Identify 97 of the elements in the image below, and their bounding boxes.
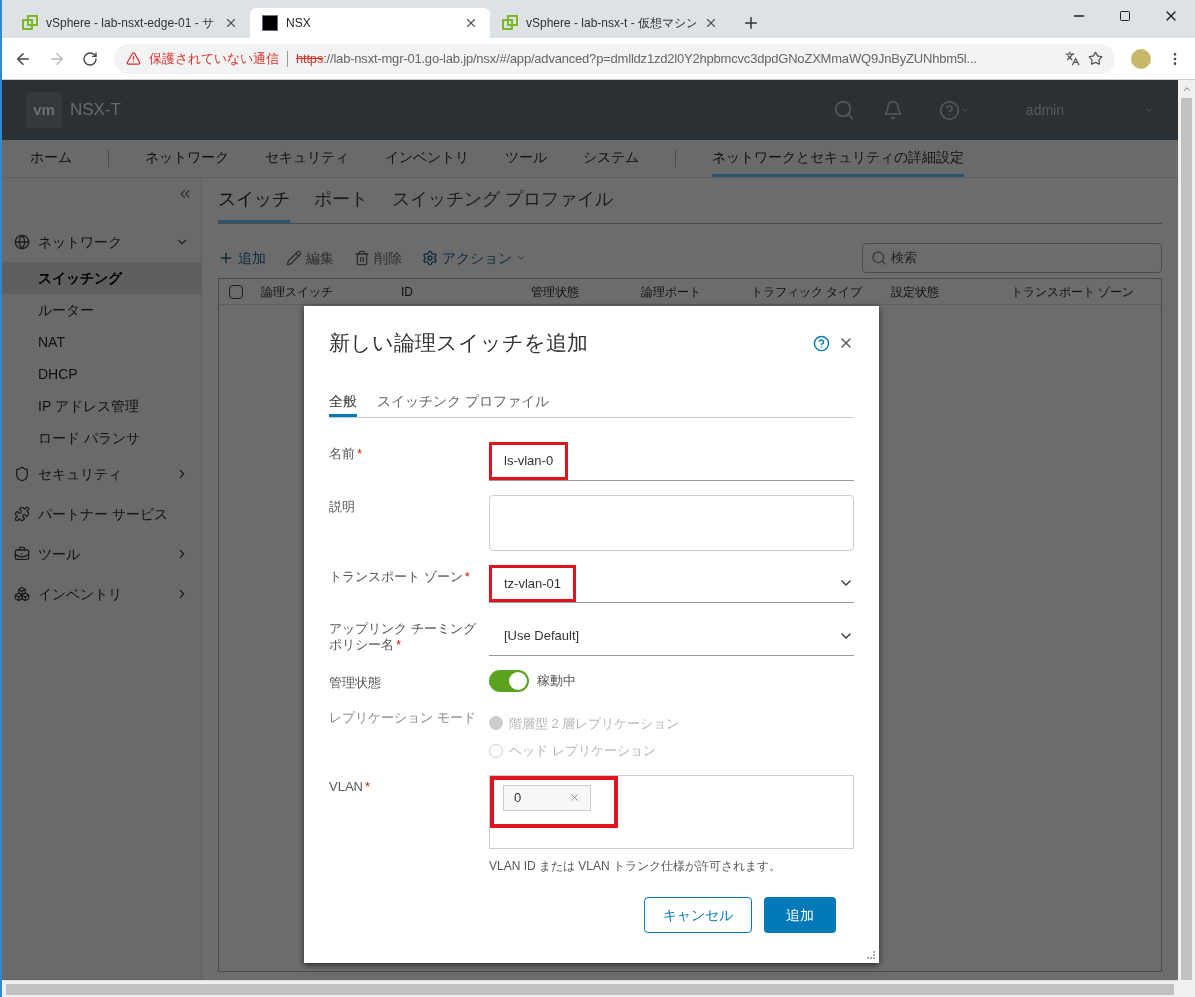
dropdown-field[interactable]: tz-vlan-01 — [489, 564, 854, 603]
product-name: NSX-T — [70, 99, 121, 122]
help-icon[interactable] — [938, 99, 960, 121]
brand-logo: vm — [26, 92, 62, 128]
vlan-field[interactable]: 0 — [489, 774, 854, 849]
browser-tab[interactable]: vSphere - lab-nsx-t - 仮想マシン — [490, 8, 730, 38]
nav-tab[interactable]: ネットワーク — [145, 140, 229, 177]
name-field[interactable]: ls-vlan-0 — [489, 442, 854, 481]
nav-tab[interactable]: インベントリ — [385, 140, 469, 177]
translate-icon[interactable] — [1065, 51, 1080, 66]
dialog-title: 新しい論理スイッチを追加 — [329, 330, 589, 357]
sidebar-group[interactable]: ツール — [38, 543, 167, 565]
column-header[interactable]: 設定状態 — [883, 282, 1003, 301]
column-header[interactable]: 論理スイッチ — [253, 282, 393, 301]
caret-icon — [516, 253, 526, 263]
gear-icon — [422, 250, 438, 266]
sub-tab[interactable]: スイッチング プロファイル — [392, 178, 613, 223]
dialog-tab[interactable]: スイッチンク プロファイル — [377, 388, 549, 417]
column-header[interactable]: ID — [393, 282, 523, 301]
dialog-tab[interactable]: 全般 — [329, 388, 357, 417]
field-label: VLAN* — [329, 778, 371, 794]
reload-icon[interactable] — [82, 50, 98, 67]
sidebar-group[interactable]: インベントリ — [38, 583, 167, 605]
overlapping-squares-icon — [22, 15, 38, 31]
search-icon[interactable] — [832, 99, 855, 121]
search-placeholder: 検索 — [891, 249, 917, 268]
new-tab-icon[interactable] — [742, 14, 760, 32]
sidebar-group[interactable]: セキュリティ — [38, 463, 167, 485]
sidebar-item[interactable]: スイッチング — [2, 262, 201, 294]
sidebar-item[interactable]: NAT — [2, 326, 201, 358]
sidebar-item[interactable]: DHCP — [2, 358, 201, 390]
bell-icon[interactable] — [882, 100, 903, 120]
field-label: 説明 — [329, 498, 355, 514]
toolbar-button[interactable]: アクション — [422, 247, 526, 269]
dropdown-field[interactable]: [Use Default] — [489, 617, 854, 656]
primary-button[interactable]: 追加 — [764, 897, 836, 933]
column-header[interactable]: 論理ポート — [633, 282, 743, 301]
shield-icon — [14, 466, 30, 482]
field-hint: VLAN ID または VLAN トランク仕様が許可されます。 — [489, 857, 783, 875]
sub-tab[interactable]: ポート — [314, 178, 368, 223]
nav-tab[interactable]: セキュリティ — [265, 140, 349, 177]
boxes-icon — [14, 586, 30, 602]
help-icon[interactable] — [813, 334, 830, 352]
sidebar-item[interactable]: ルーター — [2, 294, 201, 326]
tab-title: vSphere - lab-nsx-t - 仮想マシン — [526, 15, 696, 32]
overlapping-squares-icon — [502, 15, 518, 31]
field-label: 管理状態 — [329, 674, 381, 690]
field-label: 名前* — [329, 446, 363, 461]
app-logo-icon — [262, 15, 278, 31]
column-header[interactable]: 管理状態 — [523, 282, 633, 301]
secondary-button[interactable]: キャンセル — [644, 897, 752, 933]
sidebar-item[interactable]: IP アドレス管理 — [2, 390, 201, 422]
toggle-text: 稼動中 — [537, 671, 576, 690]
tab-title: vSphere - lab-nsxt-edge-01 - サ — [46, 15, 216, 32]
toggle-switch[interactable] — [489, 669, 529, 692]
checkbox[interactable] — [229, 284, 243, 299]
pencil-icon — [286, 250, 302, 266]
address-bar[interactable]: 保護されていない通信 https://lab-nsxt-mgr-01.go-lab.jp/nsx/#/app/advanced?p=dmlldz1zd2l0Y2hpbmcvc3dpdGNoZXMmaWQ9JnByZUNhbm5l... — [114, 43, 1115, 74]
trash-icon — [354, 250, 370, 266]
description-field[interactable] — [489, 494, 854, 551]
vertical-scrollbar[interactable] — [1181, 98, 1192, 980]
field-label: アップリンク チーミングポリシー名* — [329, 621, 476, 652]
star-icon[interactable] — [1088, 51, 1103, 66]
close-icon[interactable] — [224, 16, 238, 30]
nav-tab[interactable]: ホーム — [30, 140, 72, 177]
field-label: トランスポート ゾーン* — [329, 568, 470, 584]
nav-tab[interactable]: ツール — [505, 140, 547, 177]
puzzle-icon — [14, 506, 30, 522]
url-text: https://lab-nsxt-mgr-01.go-lab.jp/nsx/#/app/advanced?p=dmlldz1zd2l0Y2hpbmcvc3dpdGNoZXMmaWQ9JnByZUNhbm5l... — [296, 49, 977, 68]
column-header[interactable]: トランスポート ゾーン — [1003, 282, 1161, 301]
tab-title: NSX — [286, 15, 312, 32]
search-icon — [871, 250, 887, 266]
security-warning: 保護されていない通信 — [149, 49, 279, 68]
close-icon[interactable] — [704, 16, 718, 30]
sidebar-group[interactable]: パートナー サービス — [38, 503, 189, 525]
scroll-up-icon[interactable] — [1181, 84, 1192, 94]
nav-tab[interactable]: システム — [583, 140, 639, 177]
search-field[interactable]: 検索 — [862, 243, 1162, 273]
field-value: [Use Default] — [503, 627, 581, 645]
sidebar-group[interactable]: ネットワーク — [38, 231, 167, 253]
tag-chip: 0 — [503, 784, 591, 811]
column-header[interactable]: トラフィック タイプ — [743, 282, 883, 301]
globe-icon — [14, 234, 30, 250]
field-value: ls-vlan-0 — [489, 442, 569, 480]
maximize-icon[interactable] — [1119, 10, 1131, 22]
browser-tab[interactable]: vSphere - lab-nsxt-edge-01 - サ — [10, 8, 250, 38]
sidebar-item[interactable]: ロード バランサ — [2, 422, 201, 454]
field-label: レプリケーション モード — [329, 709, 476, 725]
sub-tab[interactable]: スイッチ — [218, 178, 290, 223]
plus-icon — [218, 250, 234, 266]
field-value: tz-vlan-01 — [489, 564, 577, 602]
horizontal-scrollbar[interactable] — [6, 983, 1174, 995]
close-icon[interactable] — [464, 16, 478, 30]
browser-tab[interactable]: NSX — [250, 8, 490, 38]
briefcase-icon — [14, 546, 30, 562]
toolbar-button[interactable]: 追加 — [218, 247, 266, 269]
warning-icon — [126, 51, 141, 66]
